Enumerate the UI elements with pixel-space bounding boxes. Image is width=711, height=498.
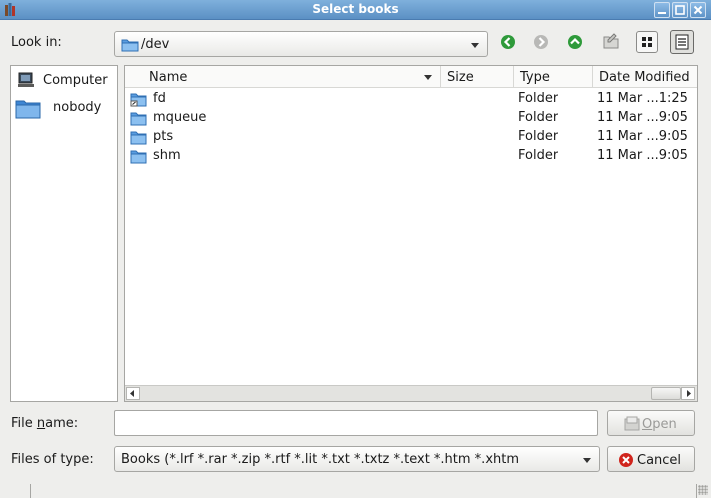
files-of-type-value: Books (*.lrf *.rar *.zip *.rtf *.lit *.t… <box>121 452 520 467</box>
divider <box>696 484 697 498</box>
cancel-button[interactable]: Cancel <box>607 446 695 472</box>
file-type: Folder <box>518 129 559 144</box>
table-row[interactable]: mqueue Folder 11 Mar ...9:05 <box>125 109 697 128</box>
scroll-left-button[interactable] <box>126 387 140 400</box>
chevron-down-icon <box>471 43 479 48</box>
chevron-down-icon <box>583 458 591 463</box>
divider <box>30 484 31 498</box>
label-text: File <box>11 416 37 431</box>
files-of-type-label: Files of type: <box>11 452 94 467</box>
table-row[interactable]: fd Folder 11 Mar ...1:25 <box>125 90 697 109</box>
file-date: 11 Mar ...1:25 <box>597 91 688 106</box>
place-computer[interactable]: Computer <box>15 69 115 93</box>
file-name: fd <box>153 91 166 106</box>
label-text: pen <box>652 417 677 432</box>
file-name: pts <box>153 129 174 144</box>
files-of-type-combobox[interactable]: Books (*.lrf *.rar *.zip *.rtf *.lit *.t… <box>114 446 600 472</box>
horizontal-scrollbar[interactable] <box>125 385 697 401</box>
icon-view-icon <box>642 37 652 47</box>
file-name-input[interactable] <box>114 410 598 436</box>
chevron-left-icon <box>130 390 134 397</box>
open-button-label: Open <box>642 417 677 432</box>
table-row[interactable]: shm Folder 11 Mar ...9:05 <box>125 147 697 166</box>
file-date: 11 Mar ...9:05 <box>597 129 688 144</box>
file-date: 11 Mar ...9:05 <box>597 148 688 163</box>
resize-grip-icon[interactable] <box>698 485 708 495</box>
file-name: shm <box>153 148 181 163</box>
column-header-size[interactable]: Size <box>441 66 514 88</box>
forward-icon <box>534 35 548 49</box>
file-type: Folder <box>518 110 559 125</box>
back-button[interactable] <box>498 32 518 52</box>
parent-directory-icon <box>568 35 582 49</box>
look-in-value: /dev <box>141 37 170 52</box>
status-strip <box>0 484 711 498</box>
title-bar: Select books <box>0 0 711 20</box>
place-nobody[interactable]: nobody <box>15 96 115 122</box>
folder-icon <box>130 150 147 164</box>
new-folder-button[interactable] <box>601 32 621 52</box>
column-header-label: Size <box>447 70 474 85</box>
open-button[interactable]: Open <box>607 410 695 436</box>
sort-descending-icon <box>424 75 432 80</box>
column-header-label: Date Modified <box>599 70 690 85</box>
icon-view-button[interactable] <box>636 31 658 53</box>
table-row[interactable]: pts Folder 11 Mar ...9:05 <box>125 128 697 147</box>
chevron-right-icon <box>687 390 691 397</box>
parent-directory-button[interactable] <box>565 32 585 52</box>
folder-icon <box>130 112 147 126</box>
folder-icon <box>15 100 41 119</box>
detail-view-icon <box>675 34 689 50</box>
column-header-date-modified[interactable]: Date Modified <box>593 66 697 88</box>
scroll-right-button[interactable] <box>681 387 695 400</box>
minimize-icon[interactable] <box>654 2 670 18</box>
forward-button[interactable] <box>531 32 551 52</box>
back-icon <box>501 35 515 49</box>
places-sidebar: Computer nobody <box>10 65 118 402</box>
file-name: mqueue <box>153 110 207 125</box>
file-name-label: File name: <box>11 416 78 431</box>
column-header-label: Type <box>520 70 550 85</box>
mnemonic: O <box>642 417 653 432</box>
column-header-label: Name <box>149 70 188 85</box>
look-in-combobox[interactable]: /dev <box>114 31 488 57</box>
open-icon <box>624 416 640 431</box>
maximize-icon[interactable] <box>672 2 688 18</box>
folder-icon <box>121 39 139 52</box>
folder-icon <box>130 131 147 145</box>
place-label: Computer <box>43 73 108 88</box>
folder-link-icon <box>130 93 147 107</box>
computer-icon <box>18 72 34 87</box>
file-type: Folder <box>518 91 559 106</box>
cancel-button-label: Cancel <box>637 453 682 468</box>
detail-view-button[interactable] <box>670 30 694 54</box>
file-type: Folder <box>518 148 559 163</box>
window-title: Select books <box>312 2 399 16</box>
file-date: 11 Mar ...9:05 <box>597 110 688 125</box>
file-list[interactable]: Name Size Type Date Modified fd Folder 1… <box>124 65 698 402</box>
place-label: nobody <box>53 100 102 115</box>
scrollbar-thumb[interactable] <box>651 387 681 400</box>
mnemonic: n <box>36 416 46 431</box>
new-folder-icon <box>603 33 619 49</box>
column-header-name[interactable]: Name <box>125 66 441 88</box>
label-text: ame: <box>45 416 79 431</box>
close-icon[interactable] <box>690 2 706 18</box>
look-in-label: Look in: <box>11 35 62 50</box>
column-header-type[interactable]: Type <box>514 66 593 88</box>
cancel-icon <box>619 453 633 467</box>
